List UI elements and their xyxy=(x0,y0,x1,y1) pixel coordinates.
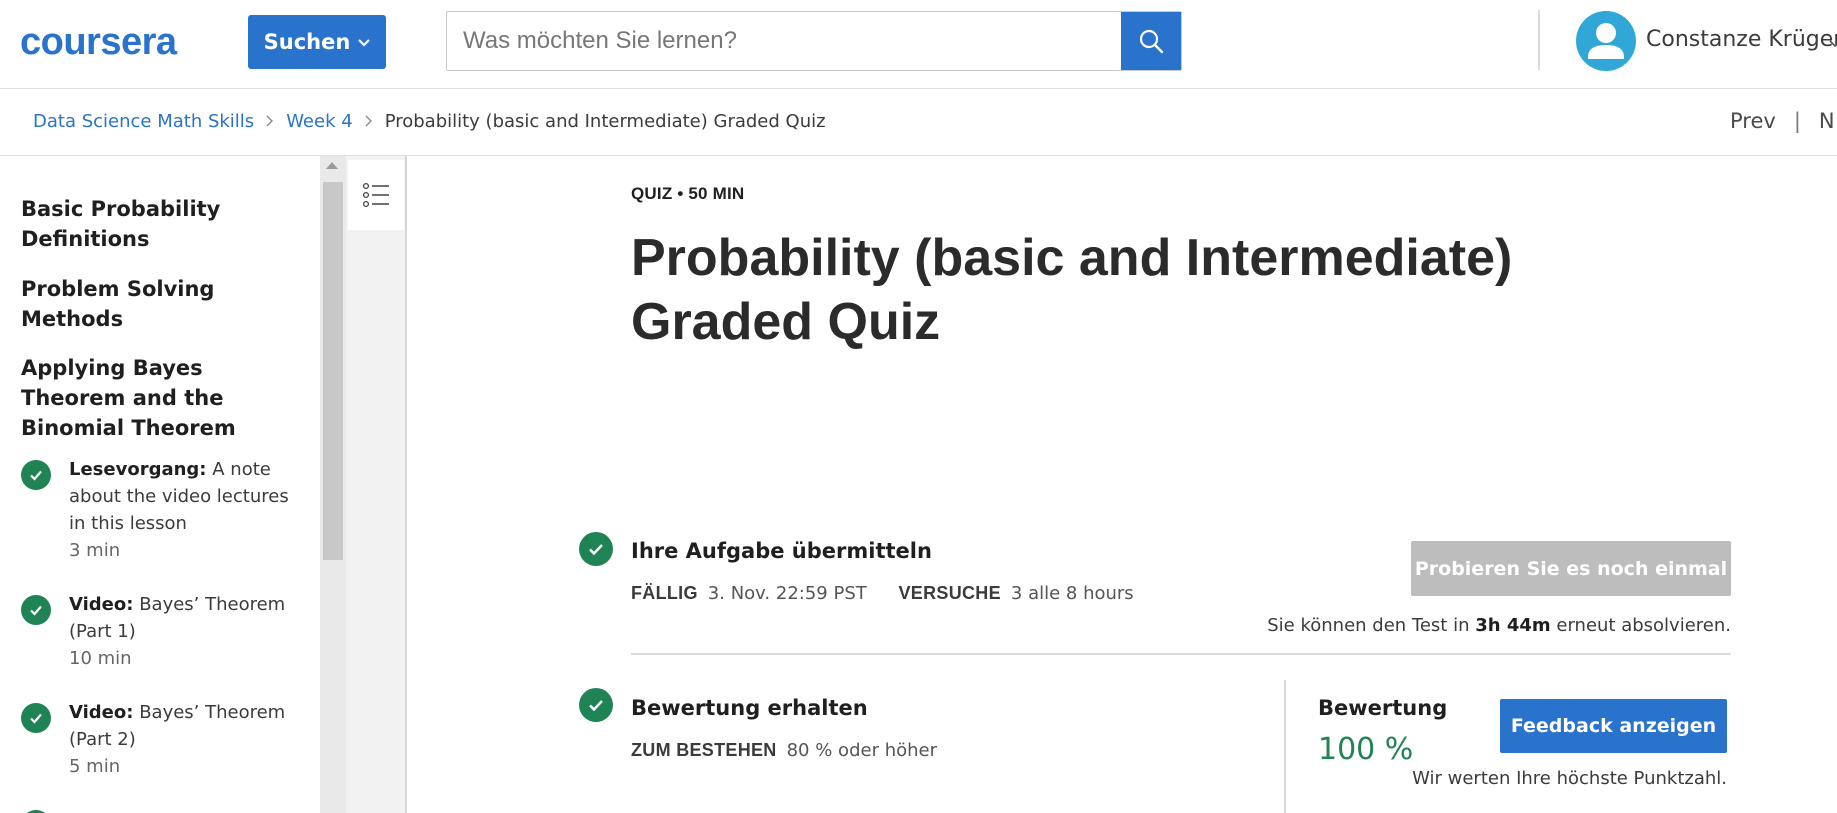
explore-dropdown-label: Suchen xyxy=(263,30,351,54)
completed-check-icon xyxy=(21,595,51,625)
sidebar-item-bayes-part-1[interactable]: Video: Bayes’ Theorem (Part 1) 10 min xyxy=(21,591,291,681)
breadcrumb: Data Science Math Skills Week 4 Probabil… xyxy=(33,111,826,132)
grade-step-title: Bewertung erhalten xyxy=(631,696,868,720)
sidebar-section-bayes-binomial[interactable]: Applying Bayes Theorem and the Binomial … xyxy=(21,353,281,443)
due-value: 3. Nov. 22:59 PST xyxy=(707,583,867,604)
sidebar-item-next[interactable] xyxy=(21,806,291,813)
prev-link[interactable]: Prev xyxy=(1730,109,1776,133)
grade-divider xyxy=(1284,680,1286,813)
grade-label: Bewertung xyxy=(1318,696,1448,720)
item-duration: 3 min xyxy=(69,540,121,561)
pass-value: 80 % oder höher xyxy=(786,740,937,761)
retry-note-time: 3h 44m xyxy=(1475,615,1551,636)
chevron-right-icon xyxy=(365,112,373,131)
sidebar-section-basic-probability[interactable]: Basic Probability Definitions xyxy=(21,194,281,254)
search-icon xyxy=(1139,29,1164,54)
due-label: FÄLLIG xyxy=(631,583,698,603)
scrollbar-thumb[interactable] xyxy=(323,182,343,560)
sidebar-item-bayes-part-2[interactable]: Video: Bayes’ Theorem (Part 2) 5 min xyxy=(21,699,291,789)
sidebar-item-label: Video: Bayes’ Theorem (Part 1) xyxy=(69,591,289,645)
user-name[interactable]: Constanze Krüger xyxy=(1646,27,1837,52)
section-divider xyxy=(631,653,1731,655)
header-divider xyxy=(1538,10,1540,70)
item-duration: 5 min xyxy=(69,756,121,777)
user-icon xyxy=(1588,23,1624,59)
item-type: Video: xyxy=(69,594,134,615)
search-button[interactable] xyxy=(1121,12,1181,70)
completed-check-icon xyxy=(21,703,51,733)
search-bar xyxy=(446,11,1182,71)
sidebar-item-label: Lesevorgang: A note about the video lect… xyxy=(69,456,289,537)
top-header: coursera Suchen Constanze Krüger xyxy=(0,0,1837,89)
page-title: Probability (basic and Intermediate) Gra… xyxy=(631,229,1513,351)
completed-check-icon xyxy=(21,460,51,490)
retry-note: Sie können den Test in 3h 44m erneut abs… xyxy=(1267,615,1731,636)
user-avatar[interactable] xyxy=(1576,11,1636,71)
grade-step-check-icon xyxy=(579,688,613,722)
item-duration: 10 min xyxy=(69,648,132,669)
submit-step-title: Ihre Aufgabe übermitteln xyxy=(631,539,932,563)
next-link[interactable]: N xyxy=(1819,109,1835,133)
retry-note-prefix: Sie können den Test in xyxy=(1267,615,1470,636)
submit-step-meta: FÄLLIG 3. Nov. 22:59 PST VERSUCHE 3 alle 8… xyxy=(631,583,1134,604)
attempts-label: VERSUCHE xyxy=(898,583,1001,603)
course-sidebar: Basic Probability Definitions Problem So… xyxy=(0,156,320,813)
main-content: QUIZ • 50 MIN Probability (basic and Int… xyxy=(409,156,1837,813)
attempts-value: 3 alle 8 hours xyxy=(1010,583,1134,604)
chevron-right-icon xyxy=(266,112,274,131)
grade-step-meta: ZUM BESTEHEN 80 % oder höher xyxy=(631,740,937,761)
coursera-logo[interactable]: coursera xyxy=(20,20,177,64)
list-icon xyxy=(362,182,389,208)
breadcrumb-bar: Data Science Math Skills Week 4 Probabil… xyxy=(0,89,1837,156)
nav-separator: | xyxy=(1793,109,1801,133)
search-input[interactable] xyxy=(447,12,1121,70)
submit-step-check-icon xyxy=(579,532,613,566)
retry-quiz-button[interactable]: Probieren Sie es noch einmal xyxy=(1411,541,1731,596)
sidebar-item-label: Video: Bayes’ Theorem (Part 2) xyxy=(69,699,289,753)
sidebar-section-problem-solving[interactable]: Problem Solving Methods xyxy=(21,274,281,334)
toc-column xyxy=(346,156,407,813)
prev-next-nav: Prev | N xyxy=(1730,109,1835,133)
breadcrumb-current: Probability (basic and Intermediate) Gra… xyxy=(384,111,826,132)
grade-note: Wir werten Ihre höchste Punktzahl. xyxy=(1412,768,1727,789)
item-type: Video: xyxy=(69,702,134,723)
breadcrumb-course-link[interactable]: Data Science Math Skills xyxy=(33,111,254,132)
chevron-down-icon xyxy=(358,36,371,51)
grade-value: 100 % xyxy=(1318,732,1414,767)
sidebar-scrollbar[interactable] xyxy=(320,156,346,813)
sidebar-item-note-video-lectures[interactable]: Lesevorgang: A note about the video lect… xyxy=(21,456,291,571)
quiz-meta: QUIZ • 50 MIN xyxy=(631,184,745,203)
user-menu-chevron-icon[interactable] xyxy=(1829,34,1837,48)
view-feedback-button[interactable]: Feedback anzeigen xyxy=(1500,699,1727,753)
pass-label: ZUM BESTEHEN xyxy=(631,740,777,760)
retry-note-suffix: erneut absolvieren. xyxy=(1556,615,1731,636)
item-type: Lesevorgang: xyxy=(69,459,207,480)
toggle-outline-button[interactable] xyxy=(348,160,404,230)
explore-dropdown-button[interactable]: Suchen xyxy=(248,15,386,69)
scroll-up-arrow-icon[interactable] xyxy=(326,162,338,169)
breadcrumb-week-link[interactable]: Week 4 xyxy=(286,111,353,132)
